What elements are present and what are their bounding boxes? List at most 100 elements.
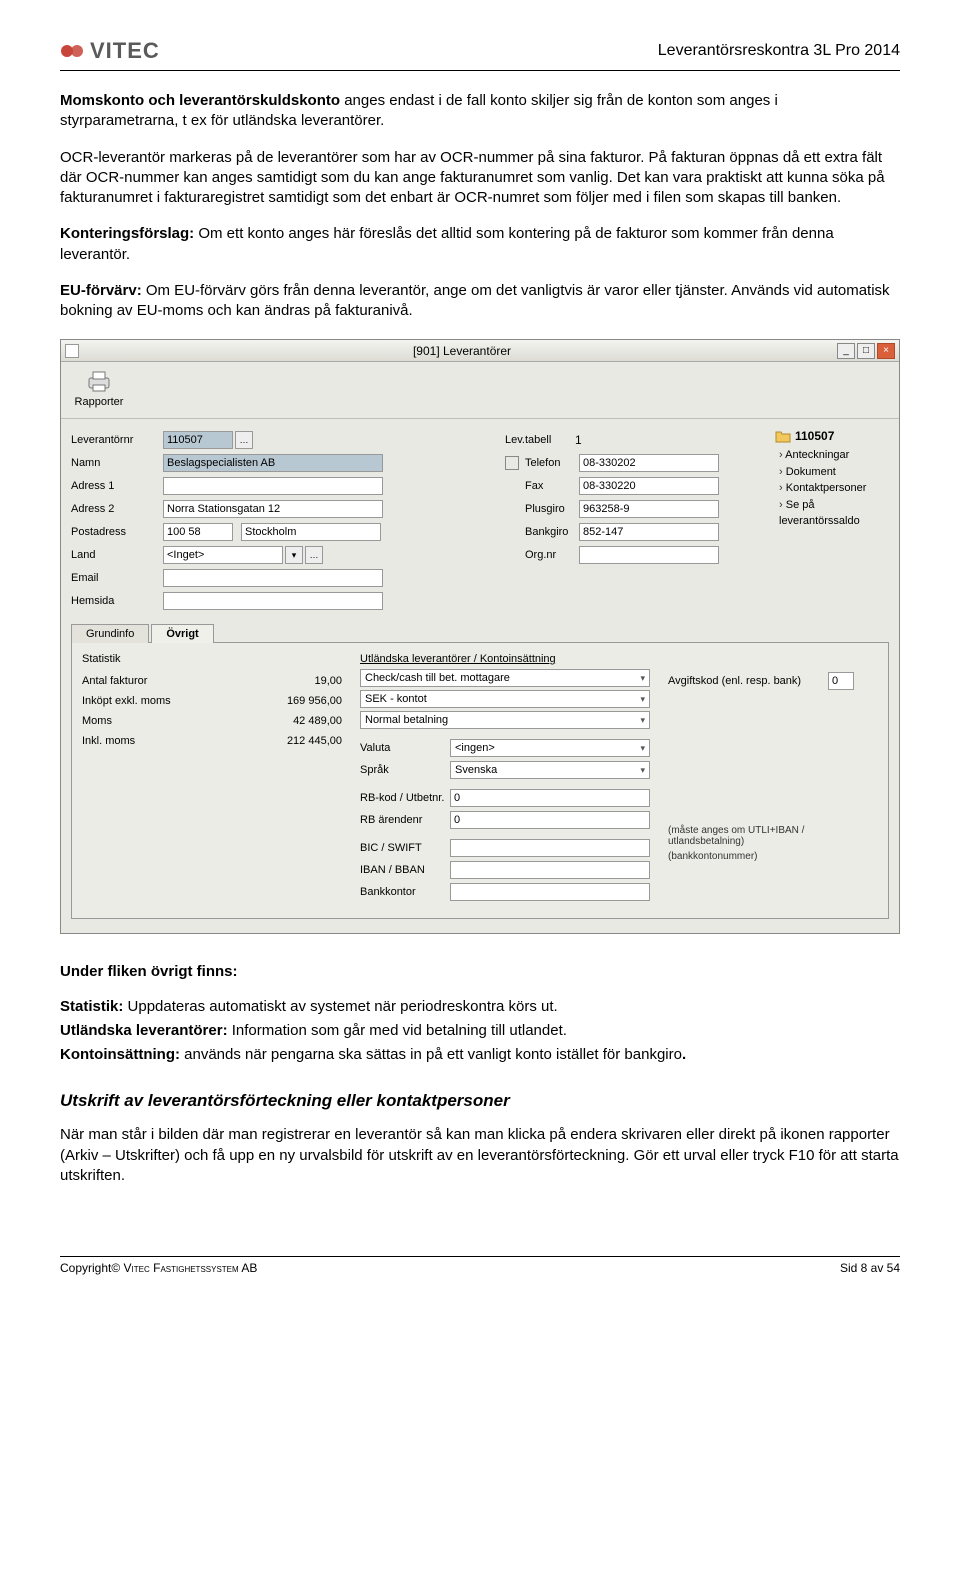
input-leverantornr[interactable]: 110507 xyxy=(163,431,233,449)
input-hemsida[interactable] xyxy=(163,592,383,610)
minimize-button[interactable]: _ xyxy=(837,343,855,359)
logo-icon xyxy=(60,39,84,63)
tabs: Grundinfo Övrigt xyxy=(71,623,889,643)
input-iban[interactable] xyxy=(450,861,650,879)
footer-copyright: Copyright© Vitec Fastighetssystem AB xyxy=(60,1261,257,1275)
label-levtabell: Lev.tabell xyxy=(505,434,575,446)
label-iban: IBAN / BBAN xyxy=(360,864,450,876)
close-button[interactable]: × xyxy=(877,343,895,359)
label-inkl: Inkl. moms xyxy=(82,735,135,747)
input-namn[interactable]: Beslagspecialisten AB xyxy=(163,454,383,472)
label-bankgiro: Bankgiro xyxy=(525,526,579,538)
chevron-down-icon: ▾ xyxy=(640,743,645,754)
tab-ovrigt[interactable]: Övrigt xyxy=(151,624,213,643)
input-bic[interactable] xyxy=(450,839,650,857)
value-moms: 42 489,00 xyxy=(293,715,342,727)
select-check[interactable]: Check/cash till bet. mottagare▾ xyxy=(360,669,650,687)
line-utlandska: Utländska leverantörer: Information som … xyxy=(60,1021,900,1041)
logo-text: VITEC xyxy=(90,38,160,64)
input-email[interactable] xyxy=(163,569,383,587)
window-icon xyxy=(65,344,79,358)
heading-utlandska: Utländska leverantörer / Kontoinsättning xyxy=(360,653,650,665)
input-avgiftskod[interactable]: 0 xyxy=(828,672,854,690)
input-post-city[interactable]: Stockholm xyxy=(241,523,381,541)
chevron-down-icon: ▾ xyxy=(640,765,645,776)
reports-button[interactable]: Rapporter xyxy=(69,368,129,408)
line-statistik: Statistik: Uppdateras automatiskt av sys… xyxy=(60,997,900,1017)
paragraph-momskonto: Momskonto och leverantörskuldskonto ange… xyxy=(60,91,900,132)
paragraph-ocr: OCR-leverantör markeras på de leverantör… xyxy=(60,148,900,209)
heading-under-fliken: Under fliken övrigt finns: xyxy=(60,962,900,982)
input-adress2[interactable]: Norra Stationsgatan 12 xyxy=(163,500,383,518)
tab-body-ovrigt: Statistik Antal fakturor19,00 Inköpt exk… xyxy=(71,643,889,919)
hint-bic: (måste anges om UTLI+IBAN / utlandsbetal… xyxy=(668,825,878,847)
select-sprak[interactable]: Svenska▾ xyxy=(450,761,650,779)
chevron-down-icon: ▾ xyxy=(292,550,297,561)
label-rbkod: RB-kod / Utbetnr. xyxy=(360,792,450,804)
paragraph-euforvarv: EU-förvärv: Om EU-förvärv görs från denn… xyxy=(60,281,900,322)
land-dropdown[interactable]: ▾ xyxy=(285,546,303,564)
input-bankgiro[interactable]: 852-147 xyxy=(579,523,719,541)
link-saldo[interactable]: Se på leverantörssaldo xyxy=(779,497,889,530)
label-adress1: Adress 1 xyxy=(71,480,163,492)
logo: VITEC xyxy=(60,38,160,64)
app-window: [901] Leverantörer _ □ × Rapporter Lever… xyxy=(60,339,900,934)
link-dokument[interactable]: Dokument xyxy=(779,464,889,481)
folder-name[interactable]: 110507 xyxy=(795,429,834,443)
heading-utskrift: Utskrift av leverantörsförteckning eller… xyxy=(60,1091,900,1111)
input-bankkontor[interactable] xyxy=(450,883,650,901)
label-moms: Moms xyxy=(82,715,112,727)
footer-page: Sid 8 av 54 xyxy=(840,1261,900,1275)
input-telefon[interactable]: 08-330202 xyxy=(579,454,719,472)
label-inkopt: Inköpt exkl. moms xyxy=(82,695,171,707)
label-bic: BIC / SWIFT xyxy=(360,842,450,854)
input-land[interactable]: <Inget> xyxy=(163,546,283,564)
input-rbkod[interactable]: 0 xyxy=(450,789,650,807)
input-plusgiro[interactable]: 963258-9 xyxy=(579,500,719,518)
label-leverantornr: Leverantörnr xyxy=(71,434,163,446)
document-title: Leverantörsreskontra 3L Pro 2014 xyxy=(658,42,900,60)
window-title: [901] Leverantörer xyxy=(87,344,837,358)
input-fax[interactable]: 08-330220 xyxy=(579,477,719,495)
label-namn: Namn xyxy=(71,457,163,469)
label-telefon: Telefon xyxy=(525,457,579,469)
label-bankkontor: Bankkontor xyxy=(360,886,450,898)
label-hemsida: Hemsida xyxy=(71,595,163,607)
input-adress1[interactable] xyxy=(163,477,383,495)
chevron-down-icon: ▾ xyxy=(640,673,645,684)
checkbox-telefon[interactable] xyxy=(505,456,519,470)
line-kontoinsattning: Kontoinsättning: används när pengarna sk… xyxy=(60,1045,900,1065)
label-plusgiro: Plusgiro xyxy=(525,503,579,515)
input-rbarende[interactable]: 0 xyxy=(450,811,650,829)
titlebar: [901] Leverantörer _ □ × xyxy=(61,340,899,362)
select-valuta[interactable]: <ingen>▾ xyxy=(450,739,650,757)
label-antal: Antal fakturor xyxy=(82,675,147,687)
maximize-button[interactable]: □ xyxy=(857,343,875,359)
printer-icon xyxy=(85,368,113,394)
value-inkopt: 169 956,00 xyxy=(287,695,342,707)
input-orgnr[interactable] xyxy=(579,546,719,564)
link-kontaktpersoner[interactable]: Kontaktpersoner xyxy=(779,480,889,497)
land-lookup[interactable]: … xyxy=(305,546,323,564)
select-normal[interactable]: Normal betalning▾ xyxy=(360,711,650,729)
input-post-zip[interactable]: 100 58 xyxy=(163,523,233,541)
paragraph-utskrift: När man står i bilden där man registrera… xyxy=(60,1125,900,1186)
label-email: Email xyxy=(71,572,163,584)
label-land: Land xyxy=(71,549,163,561)
lookup-leverantornr[interactable]: … xyxy=(235,431,253,449)
footer: Copyright© Vitec Fastighetssystem AB Sid… xyxy=(60,1256,900,1275)
value-inkl: 212 445,00 xyxy=(287,735,342,747)
label-valuta: Valuta xyxy=(360,742,450,754)
paragraph-kontering: Konteringsförslag: Om ett konto anges hä… xyxy=(60,224,900,265)
link-anteckningar[interactable]: Anteckningar xyxy=(779,447,889,464)
chevron-down-icon: ▾ xyxy=(640,694,645,705)
hint-iban: (bankkontonummer) xyxy=(668,851,878,862)
select-sek[interactable]: SEK - kontot▾ xyxy=(360,690,650,708)
label-adress2: Adress 2 xyxy=(71,503,163,515)
tab-grundinfo[interactable]: Grundinfo xyxy=(71,624,149,643)
label-rbarende: RB ärendenr xyxy=(360,814,450,826)
bold-prefix: Momskonto och leverantörskuldskonto xyxy=(60,92,340,109)
value-antal: 19,00 xyxy=(314,675,342,687)
label-orgnr: Org.nr xyxy=(525,549,579,561)
chevron-down-icon: ▾ xyxy=(640,715,645,726)
